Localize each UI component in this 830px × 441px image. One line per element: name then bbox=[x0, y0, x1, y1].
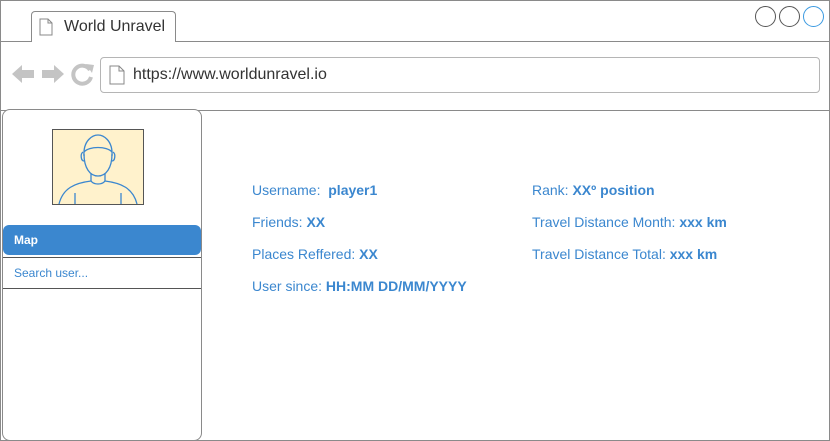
rank-value: XXº position bbox=[572, 182, 655, 198]
travel-total-label: Travel Distance Total: bbox=[532, 246, 666, 262]
username-value: player1 bbox=[328, 182, 378, 198]
travel-month-row: Travel Distance Month: xxx km bbox=[532, 214, 727, 230]
window-close-button[interactable] bbox=[803, 6, 824, 27]
address-bar[interactable]: https://www.worldunravel.io bbox=[100, 57, 820, 93]
navigation-bar: https://www.worldunravel.io bbox=[1, 42, 829, 111]
friends-label: Friends: bbox=[252, 214, 303, 230]
user-avatar-icon bbox=[58, 134, 138, 205]
friends-value: XX bbox=[306, 214, 326, 230]
refresh-icon[interactable] bbox=[71, 62, 95, 86]
places-value: XX bbox=[359, 246, 378, 262]
page-icon bbox=[109, 65, 125, 85]
sidebar: Map Search user... bbox=[2, 109, 202, 440]
browser-window: World Unravel https://www.worldunravel.i… bbox=[0, 0, 830, 441]
window-minimize-button[interactable] bbox=[755, 6, 776, 27]
travel-total-row: Travel Distance Total: xxx km bbox=[532, 246, 717, 262]
travel-month-value: xxx km bbox=[679, 214, 727, 230]
menu-item-map-label: Map bbox=[14, 233, 38, 247]
places-row: Places Reffered: XX bbox=[252, 246, 378, 262]
travel-total-value: xxx km bbox=[669, 246, 718, 262]
friends-row: Friends: XX bbox=[252, 214, 325, 230]
forward-arrow-icon[interactable] bbox=[41, 62, 65, 86]
search-user-placeholder: Search user... bbox=[14, 266, 89, 280]
rank-row: Rank: XXº position bbox=[532, 182, 655, 198]
menu-item-map[interactable]: Map bbox=[3, 225, 201, 255]
back-arrow-icon[interactable] bbox=[11, 62, 35, 86]
username-row: Username: player1 bbox=[252, 182, 377, 198]
travel-month-label: Travel Distance Month: bbox=[532, 214, 676, 230]
rank-label: Rank: bbox=[532, 182, 569, 198]
window-maximize-button[interactable] bbox=[779, 6, 800, 27]
places-label: Places Reffered: bbox=[252, 246, 356, 262]
url-text[interactable]: https://www.worldunravel.io bbox=[133, 66, 327, 84]
user-avatar bbox=[52, 129, 144, 205]
search-user-input[interactable]: Search user... bbox=[3, 257, 201, 289]
tab-title: World Unravel bbox=[64, 18, 166, 35]
browser-tab[interactable]: World Unravel bbox=[31, 11, 176, 42]
user-since-label: User since: bbox=[252, 278, 323, 294]
user-since-row: User since: HH:MM DD/MM/YYYY bbox=[252, 278, 467, 294]
user-since-value: HH:MM DD/MM/YYYY bbox=[325, 278, 467, 294]
tab-bar: World Unravel bbox=[1, 1, 829, 42]
username-label: Username: bbox=[252, 182, 321, 198]
page-icon bbox=[39, 18, 53, 36]
